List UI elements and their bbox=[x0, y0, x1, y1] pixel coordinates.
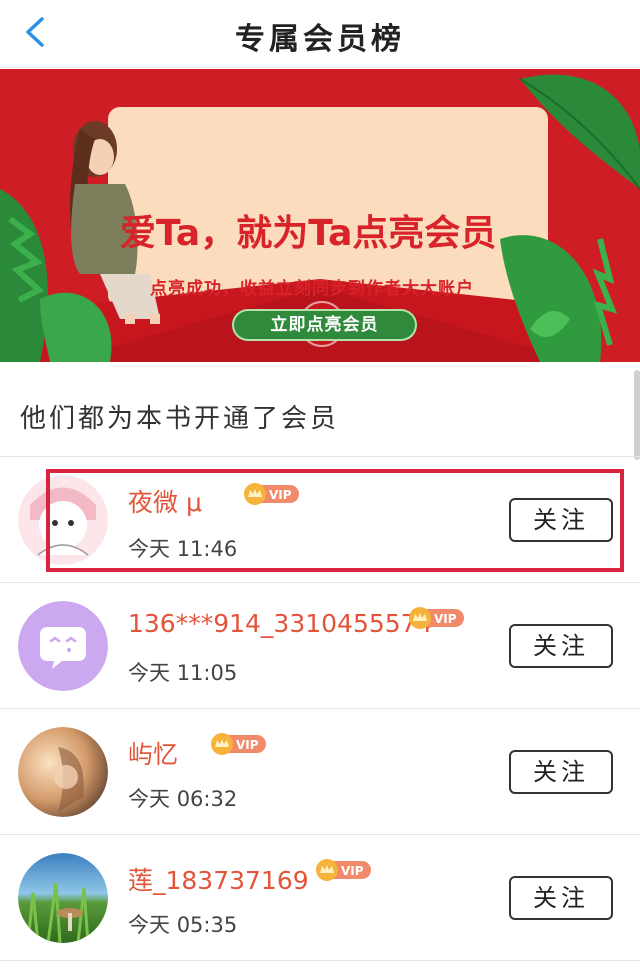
join-clock: 11:05 bbox=[176, 661, 238, 685]
join-clock: 05:35 bbox=[176, 913, 238, 937]
member-name[interactable]: 136***914_3310455574 bbox=[128, 609, 433, 638]
member-name[interactable]: 屿忆 bbox=[128, 735, 178, 771]
follow-button[interactable]: 关注 bbox=[509, 624, 613, 668]
join-date: 今天 bbox=[128, 913, 170, 937]
header-bar: 专属会员榜 bbox=[0, 0, 640, 68]
vip-badge-label: VIP bbox=[236, 738, 259, 752]
scrollbar[interactable] bbox=[634, 370, 640, 460]
section-heading: 他们都为本书开通了会员 bbox=[20, 404, 340, 434]
join-time: 今天 11:05 bbox=[128, 657, 237, 687]
join-clock: 06:32 bbox=[176, 787, 238, 811]
avatar bbox=[18, 853, 108, 943]
list-item[interactable]: 莲_183737169 VIP 今天 05:35 关注 bbox=[0, 835, 640, 961]
avatar bbox=[18, 727, 108, 817]
join-time: 今天 06:32 bbox=[128, 783, 237, 813]
activate-membership-button[interactable]: 立即点亮会员 bbox=[232, 309, 417, 341]
follow-button[interactable]: 关注 bbox=[509, 750, 613, 794]
vip-badge-icon: VIP bbox=[211, 733, 266, 755]
avatar bbox=[18, 601, 108, 691]
highlight-box bbox=[46, 469, 624, 572]
vip-badge-icon: VIP bbox=[409, 607, 464, 629]
banner-title: 爱Ta，就为Ta点亮会员 bbox=[120, 213, 497, 254]
page-title: 专属会员榜 bbox=[235, 22, 405, 57]
follow-button[interactable]: 关注 bbox=[509, 876, 613, 920]
list-item[interactable]: 136***914_3310455574 VIP 今天 11:05 关注 bbox=[0, 583, 640, 709]
promo-banner[interactable]: 爱Ta，就为Ta点亮会员 点亮成功，收益立刻同步到作者大大账户 立即点亮会员 bbox=[0, 69, 640, 362]
member-name[interactable]: 莲_183737169 bbox=[128, 861, 309, 897]
banner-subtitle: 点亮成功，收益立刻同步到作者大大账户 bbox=[150, 279, 474, 299]
join-time: 今天 05:35 bbox=[128, 909, 237, 939]
join-date: 今天 bbox=[128, 787, 170, 811]
join-date: 今天 bbox=[128, 661, 170, 685]
vip-badge-label: VIP bbox=[434, 612, 457, 626]
vip-badge-icon: VIP bbox=[316, 859, 371, 881]
vip-badge-label: VIP bbox=[341, 864, 364, 878]
list-item[interactable]: 屿忆 VIP 今天 06:32 关注 bbox=[0, 709, 640, 835]
